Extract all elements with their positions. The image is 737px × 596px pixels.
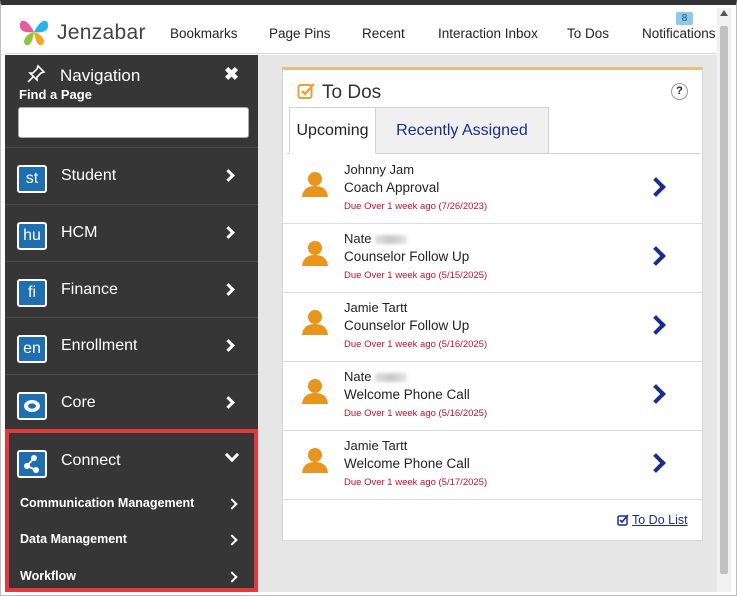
user-avatar-icon [302, 310, 328, 335]
sidebar-subitem-label: Data Management [20, 532, 127, 546]
connect-icon [17, 450, 47, 478]
to-do-due-date: Due Over 1 week ago (5/16/2025) [344, 339, 488, 350]
sidebar-item-student[interactable]: st Student [5, 147, 258, 204]
user-avatar-icon [302, 379, 328, 404]
to-do-due-date: Due Over 1 week ago (5/17/2025) [344, 477, 488, 488]
to-do-task: Welcome Phone Call [344, 387, 470, 402]
sidebar-item-finance[interactable]: fi Finance [5, 261, 258, 318]
to-dos-link[interactable]: To Dos [567, 26, 609, 41]
hcm-icon: hu [17, 222, 47, 250]
find-a-page-label: Find a Page [19, 87, 92, 102]
to-do-row[interactable]: Jamie Tartt Counselor Follow Up Due Over 1… [283, 293, 702, 362]
help-icon[interactable]: ? [671, 83, 688, 100]
chevron-right-icon[interactable] [646, 246, 666, 266]
jenzabar-logo[interactable]: Jenzabar [17, 14, 157, 50]
chevron-right-icon [226, 498, 238, 510]
person-name: Nate [344, 369, 372, 384]
redacted-surname [375, 235, 408, 245]
chevron-down-icon [224, 447, 240, 463]
chevron-right-icon[interactable] [646, 453, 666, 473]
to-dos-tabs: Upcoming Recently Assigned [287, 107, 700, 154]
to-do-row[interactable]: Nate Counselor Follow Up Due Over 1 week a… [283, 224, 702, 293]
user-avatar-icon [302, 448, 328, 473]
sidebar-item-label: Student [61, 167, 117, 184]
to-do-due-date: Due Over 1 week ago (7/26/2023) [344, 201, 488, 212]
to-do-person: Jamie Tartt [344, 300, 407, 315]
chevron-right-icon [226, 571, 238, 583]
person-name: Johnny Jam [344, 162, 415, 177]
user-avatar-icon [302, 172, 328, 197]
interaction-inbox-link[interactable]: Interaction Inbox [438, 26, 538, 41]
main-content: To Dos ? Upcoming Recently Assigned John… [258, 55, 717, 592]
sidebar-item-label: Finance [61, 281, 118, 298]
sidebar-item-connect[interactable]: Connect [5, 433, 258, 490]
to-do-due-date: Due Over 1 week ago (5/16/2025) [344, 408, 488, 419]
chevron-right-icon [222, 339, 235, 352]
card-title: To Dos [322, 82, 382, 103]
sidebar-item-enrollment[interactable]: en Enrollment [5, 317, 258, 374]
chevron-right-icon [226, 534, 238, 546]
top-navigation-bar: Jenzabar Bookmarks Page Pins Recent Inte… [5, 8, 717, 54]
checkbox-icon [617, 514, 629, 526]
to-do-task: Coach Approval [344, 180, 440, 195]
chevron-right-icon [222, 169, 235, 182]
butterfly-icon [19, 20, 49, 46]
core-icon [17, 392, 47, 420]
chevron-right-icon[interactable] [646, 177, 666, 197]
to-do-task: Counselor Follow Up [344, 249, 470, 264]
to-do-person: Nate [344, 369, 408, 384]
to-do-person: Jamie Tartt [344, 438, 407, 453]
notifications-link[interactable]: Notifications [642, 26, 716, 41]
to-do-person: Nate [344, 231, 408, 246]
to-dos-card: To Dos ? Upcoming Recently Assigned John… [282, 67, 703, 541]
sidebar-subitem-label: Communication Management [20, 496, 195, 510]
to-do-list-link[interactable]: To Do List [632, 513, 688, 527]
enrollment-icon: en [17, 335, 47, 363]
person-name: Nate [344, 231, 372, 246]
sidebar-subitem-label: Workflow [20, 569, 77, 583]
person-name: Jamie Tartt [344, 300, 408, 315]
sidebar-item-hcm[interactable]: hu HCM [5, 204, 258, 261]
tab-recently-assigned[interactable]: Recently Assigned [376, 107, 549, 154]
user-avatar-icon [302, 241, 328, 266]
person-name: Jamie Tartt [344, 438, 408, 453]
to-do-row[interactable]: Nate Welcome Phone Call Due Over 1 week ag… [283, 362, 702, 431]
to-do-task: Welcome Phone Call [344, 456, 470, 471]
sidebar-item-label: HCM [61, 224, 98, 241]
page-pins-link[interactable]: Page Pins [269, 26, 331, 41]
chevron-right-icon [222, 396, 235, 409]
to-do-person: Johnny Jam [344, 162, 414, 177]
page-scrollbar[interactable] [717, 8, 731, 592]
navigation-sidebar: Navigation ✖ Find a Page st Student hu H… [5, 55, 258, 592]
scroll-up-arrow-icon[interactable] [720, 10, 728, 16]
connect-section-highlight: Connect Communication Management Data Ma… [5, 429, 258, 592]
student-icon: st [17, 165, 47, 193]
brand-name: Jenzabar [57, 21, 146, 44]
sidebar-item-label: Connect [61, 452, 121, 469]
tab-upcoming[interactable]: Upcoming [289, 107, 376, 154]
checkbox-icon [297, 83, 315, 99]
scroll-thumb[interactable] [720, 26, 728, 574]
to-do-row[interactable]: Jamie Tartt Welcome Phone Call Due Over 1 … [283, 431, 702, 500]
find-a-page-input[interactable] [18, 107, 249, 138]
navigation-header: Navigation ✖ Find a Page [5, 55, 258, 147]
chevron-right-icon [222, 283, 235, 296]
chevron-right-icon[interactable] [646, 384, 666, 404]
close-icon[interactable]: ✖ [224, 64, 239, 85]
to-do-task: Counselor Follow Up [344, 318, 470, 333]
to-do-due-date: Due Over 1 week ago (5/15/2025) [344, 270, 488, 281]
chevron-right-icon[interactable] [646, 315, 666, 335]
bookmarks-link[interactable]: Bookmarks [170, 26, 238, 41]
finance-icon: fi [17, 279, 47, 307]
sidebar-item-label: Core [61, 394, 96, 411]
sidebar-item-core[interactable]: Core [5, 374, 258, 431]
sidebar-item-label: Enrollment [61, 337, 138, 354]
notification-count-badge: 8 [676, 12, 693, 25]
to-do-row[interactable]: Johnny Jam Coach Approval Due Over 1 week … [283, 155, 702, 224]
recent-link[interactable]: Recent [362, 26, 405, 41]
pin-icon[interactable] [26, 64, 46, 84]
navigation-title: Navigation [60, 66, 141, 85]
redacted-surname [375, 373, 408, 383]
chevron-right-icon [222, 226, 235, 239]
